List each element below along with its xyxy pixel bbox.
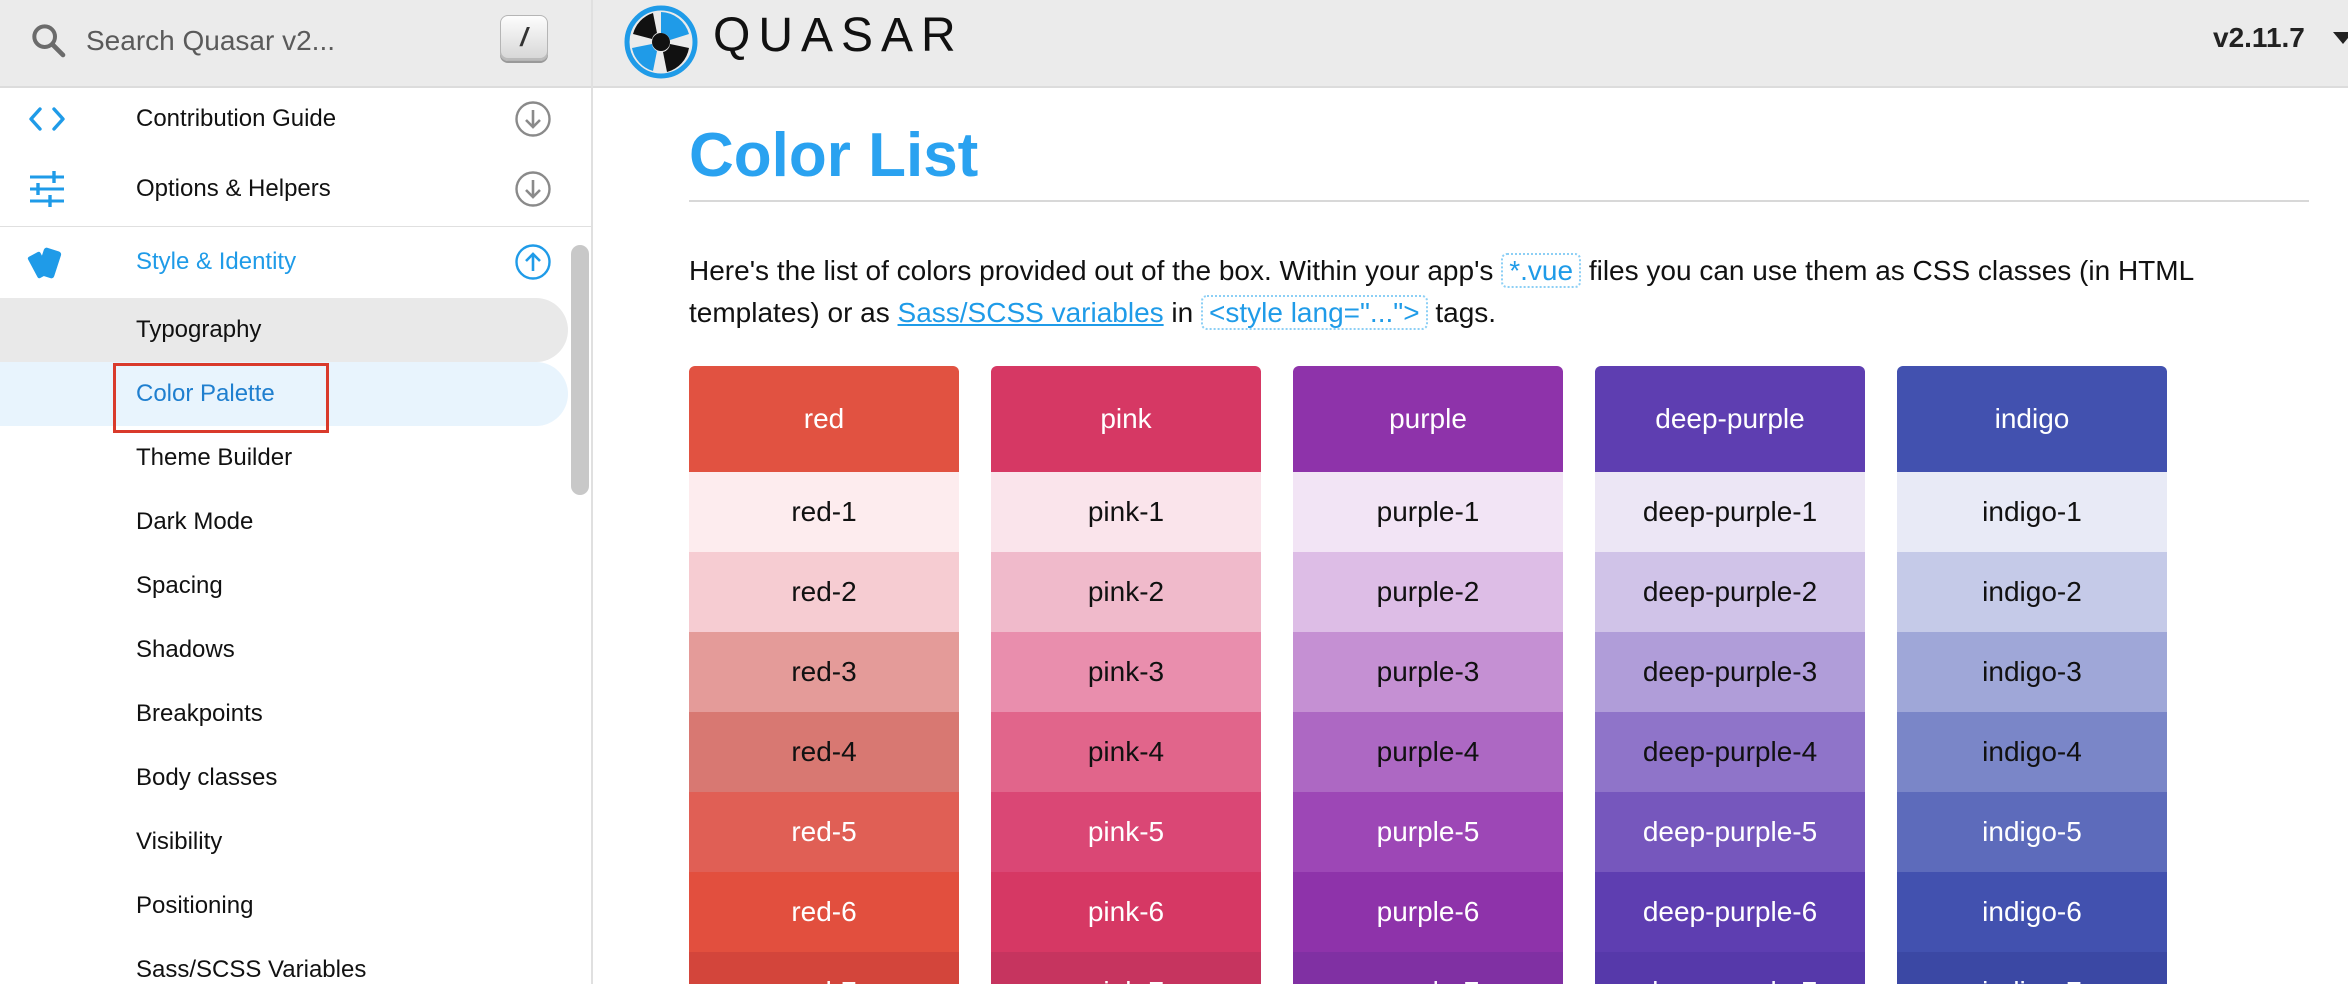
nav-section-style-identity[interactable]: Style & Identity	[0, 227, 570, 297]
nav-section-contribution-guide[interactable]: Contribution Guide	[0, 84, 570, 154]
color-swatch: indigo-4	[1897, 712, 2167, 792]
nav-section-label: Options & Helpers	[136, 175, 331, 202]
sidebar: / Contribution Guide Options & Helpers	[0, 0, 593, 984]
logo-text[interactable]: QUASAR	[713, 6, 964, 66]
sidebar-item-spacing[interactable]: Spacing	[0, 554, 568, 618]
color-swatch: pink-1	[991, 472, 1261, 552]
color-swatch: purple-6	[1293, 872, 1563, 952]
search-input[interactable]	[84, 18, 468, 64]
color-swatch: deep-purple-4	[1595, 712, 1865, 792]
color-swatch: purple-1	[1293, 472, 1563, 552]
color-swatch: indigo-6	[1897, 872, 2167, 952]
nav-section-options-helpers[interactable]: Options & Helpers	[0, 154, 570, 224]
sidebar-item-label: Theme Builder	[136, 444, 293, 471]
sidebar-item-label: Spacing	[136, 572, 223, 599]
color-swatch: indigo-1	[1897, 472, 2167, 552]
color-swatch: purple-7	[1293, 952, 1563, 984]
sidebar-item-sass-scss-variables[interactable]: Sass/SCSS Variables	[0, 938, 568, 984]
color-swatch: purple-3	[1293, 632, 1563, 712]
quasar-logo-icon[interactable]	[623, 4, 699, 80]
color-swatch: pink-7	[991, 952, 1261, 984]
intro-text: Here's the list of colors provided out o…	[689, 255, 1502, 286]
sidebar-item-theme-builder[interactable]: Theme Builder	[0, 426, 568, 490]
arrow-down-circle-icon	[515, 171, 551, 207]
color-column-pink: pink pink-1 pink-2 pink-3 pink-4 pink-5 …	[991, 366, 1261, 984]
sidebar-item-label: Visibility	[136, 828, 223, 855]
sidebar-item-label: Body classes	[136, 764, 278, 791]
color-swatch: red-5	[689, 792, 959, 872]
color-swatch: purple-5	[1293, 792, 1563, 872]
inline-code: <style lang="...">	[1201, 295, 1428, 330]
arrow-down-circle-icon	[515, 101, 551, 137]
page-title: Color List	[689, 121, 979, 190]
color-swatch: indigo-5	[1897, 792, 2167, 872]
sliders-icon	[30, 171, 64, 207]
chevron-down-icon[interactable]	[2333, 32, 2348, 44]
version-selector[interactable]: v2.11.7	[2213, 18, 2305, 58]
sidebar-item-body-classes[interactable]: Body classes	[0, 746, 568, 810]
arrow-up-circle-icon	[515, 244, 551, 280]
swatches-icon	[27, 247, 62, 279]
color-swatch: red-4	[689, 712, 959, 792]
search-bar: /	[0, 0, 591, 88]
sidebar-scrollbar[interactable]	[571, 245, 589, 495]
color-swatch: pink-4	[991, 712, 1261, 792]
color-swatch: deep-purple-3	[1595, 632, 1865, 712]
sidebar-item-label: Positioning	[136, 892, 254, 919]
color-swatch: pink-5	[991, 792, 1261, 872]
sidebar-item-dark-mode[interactable]: Dark Mode	[0, 490, 568, 554]
color-swatch: red-2	[689, 552, 959, 632]
top-header: QUASAR v2.11.7	[593, 0, 2348, 88]
color-column-indigo: indigo indigo-1 indigo-2 indigo-3 indigo…	[1897, 366, 2167, 984]
code-brackets-icon	[29, 107, 65, 131]
sidebar-item-label: Sass/SCSS Variables	[136, 956, 367, 983]
color-column-purple: purple purple-1 purple-2 purple-3 purple…	[1293, 366, 1563, 984]
color-column-red: red red-1 red-2 red-3 red-4 red-5 red-6 …	[689, 366, 959, 984]
color-swatch: indigo-2	[1897, 552, 2167, 632]
color-swatch: deep-purple-2	[1595, 552, 1865, 632]
color-swatch: red-6	[689, 872, 959, 952]
color-header: indigo	[1897, 366, 2167, 472]
intro-paragraph: Here's the list of colors provided out o…	[689, 250, 2309, 334]
main-content: Color List Here's the list of colors pro…	[593, 88, 2348, 984]
color-swatch: deep-purple-6	[1595, 872, 1865, 952]
sass-variables-link[interactable]: Sass/SCSS variables	[898, 297, 1164, 328]
sidebar-item-breakpoints[interactable]: Breakpoints	[0, 682, 568, 746]
color-swatch: red-7	[689, 952, 959, 984]
sidebar-item-label: Shadows	[136, 636, 235, 663]
color-header: purple	[1293, 366, 1563, 472]
sidebar-item-typography[interactable]: Typography	[0, 298, 568, 362]
color-swatch: indigo-7	[1897, 952, 2167, 984]
color-swatch: indigo-3	[1897, 632, 2167, 712]
color-swatch: red-1	[689, 472, 959, 552]
color-header: deep-purple	[1595, 366, 1865, 472]
nav-section-label: Style & Identity	[136, 248, 297, 275]
color-swatch: deep-purple-5	[1595, 792, 1865, 872]
sidebar-item-label: Typography	[136, 316, 262, 343]
inline-code: *.vue	[1501, 253, 1582, 288]
sidebar-item-shadows[interactable]: Shadows	[0, 618, 568, 682]
selection-highlight-box	[113, 363, 329, 433]
search-shortcut-key: /	[500, 15, 548, 61]
color-swatch: purple-4	[1293, 712, 1563, 792]
intro-text: in	[1163, 297, 1201, 328]
color-column-deep-purple: deep-purple deep-purple-1 deep-purple-2 …	[1595, 366, 1865, 984]
color-swatch: deep-purple-7	[1595, 952, 1865, 984]
intro-text: tags.	[1427, 297, 1497, 328]
search-icon	[32, 24, 66, 58]
sidebar-item-positioning[interactable]: Positioning	[0, 874, 568, 938]
nav-section-label: Contribution Guide	[136, 105, 337, 132]
color-swatch: pink-2	[991, 552, 1261, 632]
sidebar-item-label: Breakpoints	[136, 700, 263, 727]
color-header: red	[689, 366, 959, 472]
sidebar-item-label: Dark Mode	[136, 508, 254, 535]
color-swatch: pink-6	[991, 872, 1261, 952]
title-divider	[689, 200, 2309, 202]
color-swatch: deep-purple-1	[1595, 472, 1865, 552]
color-swatch: purple-2	[1293, 552, 1563, 632]
color-header: pink	[991, 366, 1261, 472]
sidebar-item-visibility[interactable]: Visibility	[0, 810, 568, 874]
color-swatch: pink-3	[991, 632, 1261, 712]
color-swatch: red-3	[689, 632, 959, 712]
